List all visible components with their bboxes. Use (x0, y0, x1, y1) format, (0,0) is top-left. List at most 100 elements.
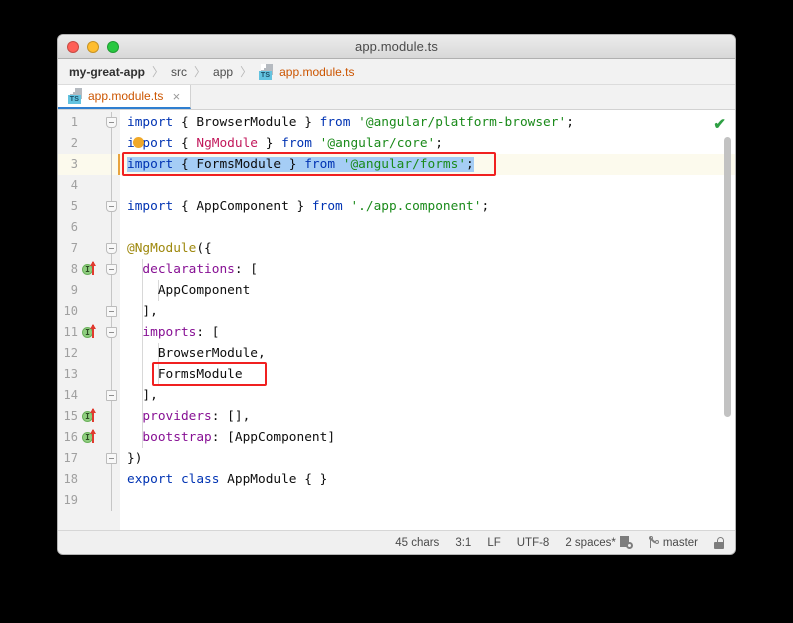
line-number: 14 (63, 388, 78, 402)
code-line[interactable]: @NgModule({ (120, 238, 212, 259)
code-line[interactable]: imports: [ (120, 322, 219, 343)
zoom-button[interactable] (107, 40, 119, 53)
status-line-separator[interactable]: LF (487, 537, 500, 549)
code-line[interactable]: import { AppComponent } from './app.comp… (120, 196, 489, 217)
implementation-marker-icon[interactable] (82, 322, 102, 343)
code-token: { (180, 136, 197, 151)
line-number: 4 (70, 178, 78, 192)
status-git-branch[interactable]: master (648, 536, 698, 549)
window-controls (67, 40, 119, 53)
code-line[interactable]: providers: [], (120, 406, 250, 427)
code-fold-toggle[interactable] (106, 264, 117, 275)
code-token: ; (566, 115, 574, 130)
status-indent[interactable]: 2 spaces* (565, 536, 633, 549)
implementation-marker-icon[interactable] (82, 406, 102, 427)
code-line[interactable]: }) (120, 448, 142, 469)
code-fold-toggle[interactable] (106, 390, 117, 401)
intention-bulb-icon[interactable] (132, 137, 144, 148)
minimize-button[interactable] (87, 40, 99, 53)
line-number: 15 (63, 409, 78, 423)
code-token: ; (466, 157, 474, 172)
status-indent-label: 2 spaces* (565, 536, 616, 549)
implementation-marker-icon[interactable] (82, 259, 102, 280)
typescript-file-icon-badge: TS (259, 70, 273, 80)
implementation-marker-icon[interactable] (82, 427, 102, 448)
code-line[interactable]: bootstrap: [AppComponent] (120, 427, 335, 448)
code-fold-toggle[interactable] (106, 306, 117, 317)
editor-gutter[interactable]: 1 2 3 4 5 6 7 8 9 10 11 12 13 14 15 16 17 18 19 (58, 110, 120, 530)
code-line[interactable]: import { FormsModule } from '@angular/fo… (120, 154, 474, 175)
code-token: bootstrap (142, 430, 212, 445)
code-line[interactable]: AppComponent (120, 280, 250, 301)
line-number: 13 (63, 367, 78, 381)
breadcrumb: my-great-app 〉 src 〉 app 〉 TS app.module… (58, 59, 735, 85)
status-encoding[interactable]: UTF-8 (517, 537, 550, 549)
code-line[interactable] (120, 217, 127, 238)
code-line[interactable]: ], (120, 301, 158, 322)
status-readonly-toggle[interactable] (714, 536, 725, 549)
code-line[interactable]: declarations: [ (120, 259, 258, 280)
breadcrumb-item-project[interactable]: my-great-app (69, 65, 145, 79)
indent-settings-icon[interactable] (619, 536, 633, 549)
code-fold-toggle[interactable] (106, 327, 117, 338)
code-token: import (127, 115, 181, 130)
breadcrumb-separator: 〉 (152, 65, 165, 79)
tab-app-module-ts[interactable]: TS app.module.ts × (58, 85, 192, 109)
close-button[interactable] (67, 40, 79, 53)
code-fold-toggle[interactable] (106, 453, 117, 464)
code-token: '@angular/forms' (342, 157, 467, 172)
code-line[interactable]: ], (120, 385, 158, 406)
breadcrumb-item-app[interactable]: app (213, 65, 233, 79)
code-folding-column[interactable] (104, 110, 120, 530)
code-content[interactable]: import { BrowserModule } from '@angular/… (120, 110, 735, 530)
code-token: ], (127, 388, 158, 403)
code-token: AppComponent (127, 283, 251, 298)
line-number: 2 (70, 136, 78, 150)
code-line[interactable] (120, 175, 127, 196)
code-token: : [ (196, 325, 220, 340)
code-line[interactable]: BrowserModule, (120, 343, 266, 364)
inspection-status-icon[interactable]: ✔ (713, 115, 726, 133)
status-branch-label: master (662, 536, 698, 549)
code-token: from (311, 199, 351, 214)
typescript-file-icon-badge: TS (68, 95, 81, 104)
code-token: ; (435, 136, 443, 151)
code-token: class (180, 472, 228, 487)
line-number: 17 (63, 451, 78, 465)
code-token: from (304, 157, 343, 172)
line-number: 19 (63, 493, 78, 507)
code-token: : [ (234, 262, 258, 277)
code-token: '@angular/platform-browser' (358, 115, 567, 130)
code-token: from (281, 136, 320, 151)
typescript-file-icon: TS (259, 63, 274, 80)
code-line[interactable]: import { BrowserModule } from '@angular/… (120, 112, 574, 133)
breadcrumb-item-src[interactable]: src (171, 65, 187, 79)
status-caret-position[interactable]: 3:1 (455, 537, 471, 549)
close-icon[interactable]: × (170, 90, 182, 103)
code-token: { AppComponent } (180, 199, 312, 214)
code-token: ; (481, 199, 490, 214)
editor-window: app.module.ts my-great-app 〉 src 〉 app 〉… (57, 34, 736, 555)
line-number: 10 (63, 304, 78, 318)
code-line[interactable] (120, 490, 127, 511)
code-token: declarations (142, 262, 235, 277)
breadcrumb-separator: 〉 (240, 65, 253, 79)
line-number: 1 (70, 115, 78, 129)
breadcrumb-item-file[interactable]: app.module.ts (279, 65, 354, 79)
code-token: } (258, 136, 282, 151)
code-line[interactable]: export class AppModule { } (120, 469, 327, 490)
code-token: providers (142, 409, 212, 424)
code-fold-toggle[interactable] (106, 201, 117, 212)
code-token: ], (127, 304, 158, 319)
code-token: '@angular/core' (319, 136, 436, 151)
code-editor[interactable]: 12345678910111213141516171819 import { B… (58, 110, 735, 530)
code-line[interactable]: import { NgModule } from '@angular/core'… (120, 133, 443, 154)
code-fold-toggle[interactable] (106, 243, 117, 254)
code-line[interactable]: FormsModule (120, 364, 243, 385)
vertical-scrollbar[interactable] (724, 137, 731, 417)
tab-label: app.module.ts (88, 89, 164, 103)
code-fold-toggle[interactable] (106, 117, 117, 128)
